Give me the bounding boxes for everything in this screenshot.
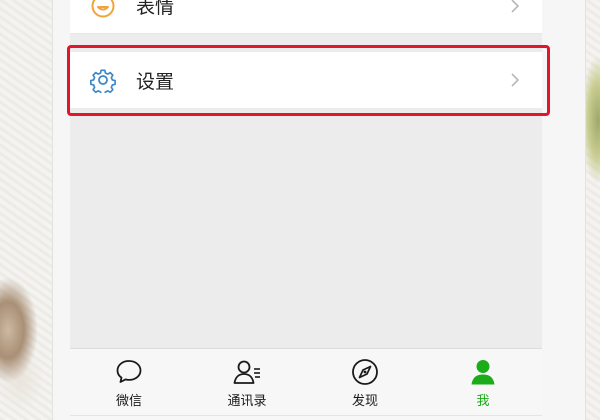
menu-item-settings-label: 设置 <box>136 70 175 93</box>
menu-item-emoji-label: 表情 <box>136 0 175 18</box>
tab-discover[interactable]: 发现 <box>306 349 424 420</box>
compass-icon <box>352 359 378 385</box>
tab-discover-label: 发现 <box>351 394 378 409</box>
menu-item-emoji[interactable]: 表情 <box>70 0 542 34</box>
phone-frame: 表情 设置 微信 通讯录 发现 我 <box>52 0 586 420</box>
tab-me-label: 我 <box>476 394 490 409</box>
emoji-icon <box>89 0 117 20</box>
chat-bubble-icon <box>116 360 142 383</box>
tab-me[interactable]: 我 <box>424 349 542 420</box>
tab-contacts-label: 通讯录 <box>227 394 267 409</box>
chevron-right-icon <box>511 0 520 13</box>
person-icon <box>471 360 495 385</box>
divider <box>70 415 542 416</box>
tab-chats-label: 微信 <box>115 394 142 409</box>
me-page-screen: 表情 设置 微信 通讯录 发现 我 <box>70 0 542 420</box>
gear-icon <box>89 66 117 94</box>
tab-chats[interactable]: 微信 <box>70 349 188 420</box>
bottom-tab-bar: 微信 通讯录 发现 我 <box>70 348 542 420</box>
tab-contacts[interactable]: 通讯录 <box>188 349 306 420</box>
menu-item-settings[interactable]: 设置 <box>70 52 542 108</box>
chevron-right-icon <box>511 73 520 87</box>
contacts-icon <box>233 360 260 384</box>
